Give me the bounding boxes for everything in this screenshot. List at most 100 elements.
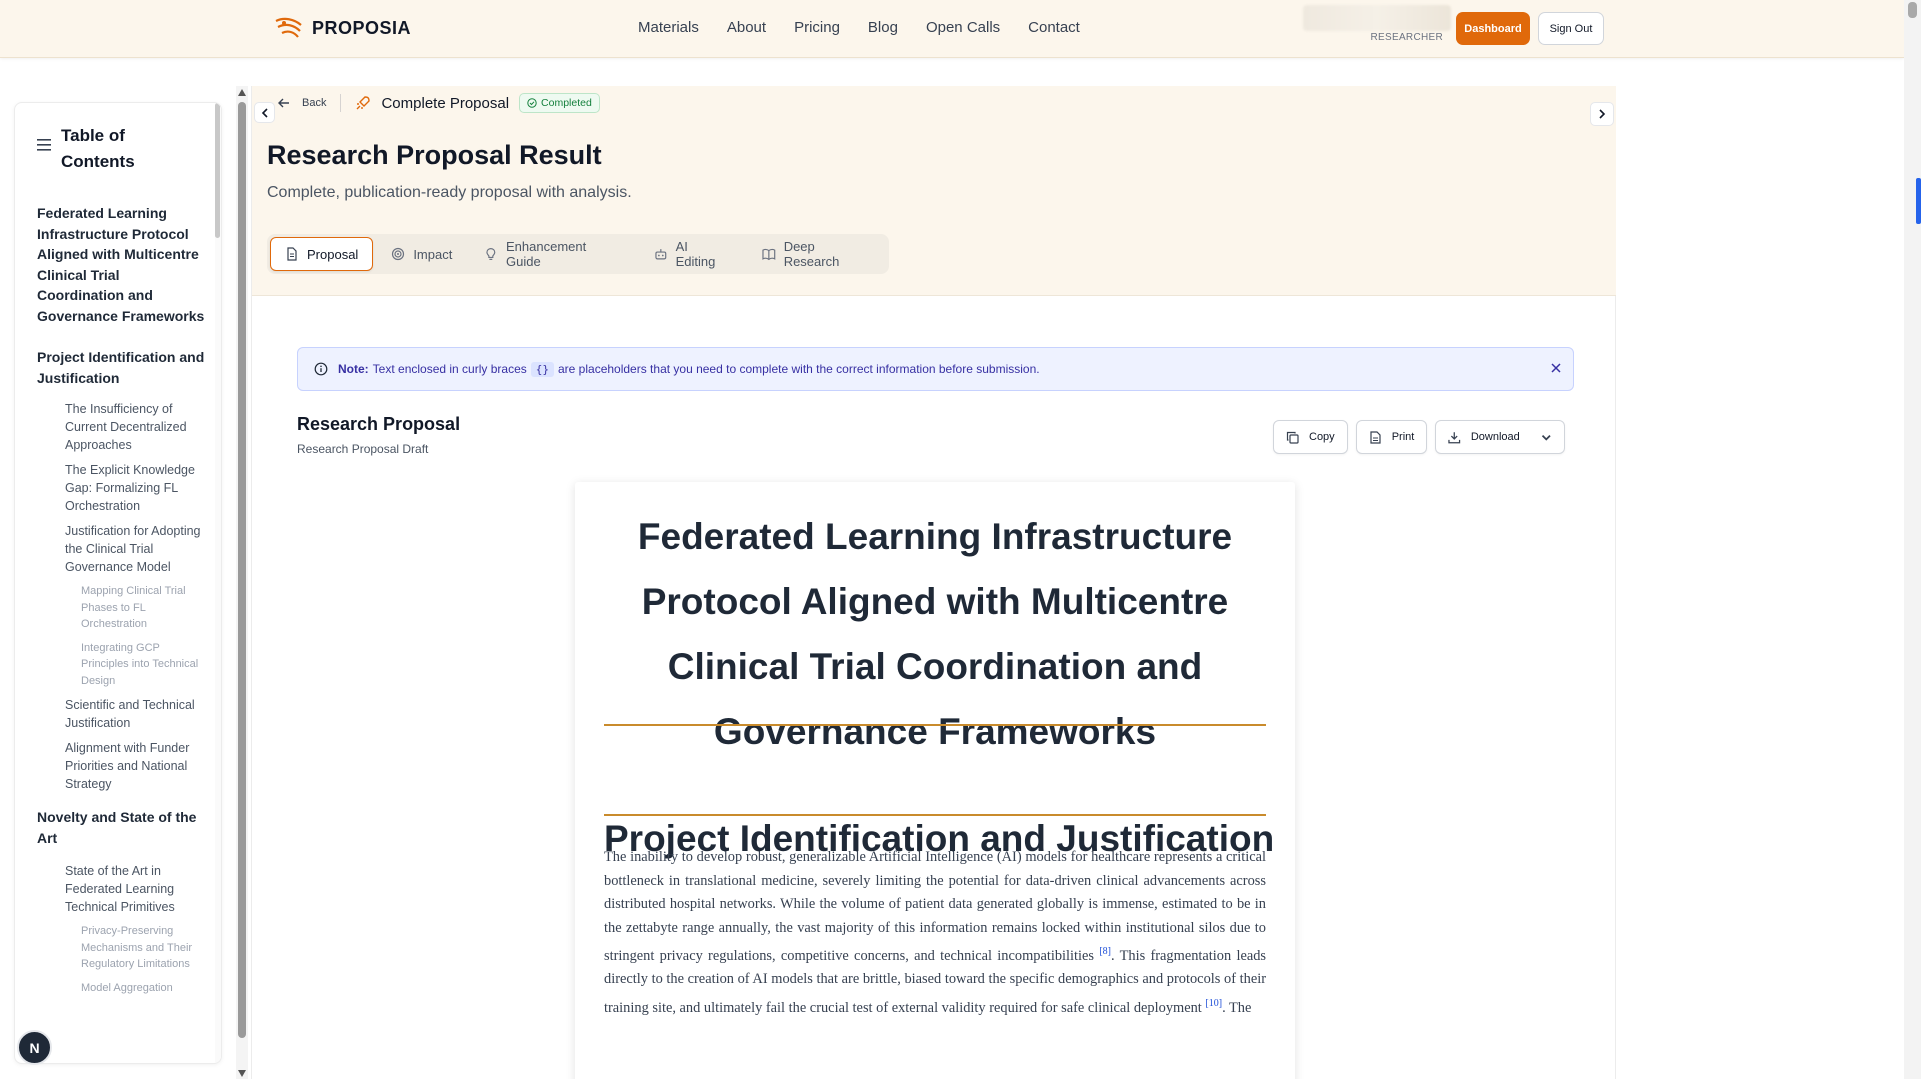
toc-item[interactable]: Mapping Clinical Trial Phases to FL Orch… <box>37 583 207 633</box>
toc-scrollbar[interactable] <box>215 103 221 1063</box>
toc-item[interactable]: The Explicit Knowledge Gap: Formalizing … <box>37 461 207 515</box>
scroll-down-arrow-icon[interactable] <box>238 1070 246 1077</box>
table-of-contents: Table of Contents Federated Learning Inf… <box>14 102 222 1064</box>
toc-item[interactable]: State of the Art in Federated Learning T… <box>37 862 207 916</box>
breadcrumb-current: Complete Proposal Completed <box>355 93 600 113</box>
proposal-document: Federated Learning Infrastructure Protoc… <box>575 482 1295 1079</box>
user-info[interactable]: RESEARCHER <box>1303 5 1451 45</box>
sign-out-button[interactable]: Sign Out <box>1538 12 1604 45</box>
edge-indicator <box>1916 178 1921 224</box>
sidebar-scrollbar-thumb[interactable] <box>238 102 246 1038</box>
tab-ai-editing[interactable]: AI Editing <box>640 237 744 271</box>
chevron-down-icon <box>1541 434 1551 441</box>
citation-link[interactable]: [10] <box>1205 998 1222 1009</box>
user-role: RESEARCHER <box>1370 32 1443 43</box>
dashboard-button[interactable]: Dashboard <box>1456 12 1530 45</box>
download-dropdown[interactable]: Download <box>1435 420 1566 454</box>
copy-button[interactable]: Copy <box>1273 420 1348 454</box>
print-button[interactable]: Print <box>1355 420 1428 454</box>
document-subtitle: Research Proposal Draft <box>297 442 429 456</box>
note-text-before: Text enclosed in curly braces <box>372 362 527 376</box>
toc-scrollbar-thumb[interactable] <box>215 103 220 238</box>
tab-label: AI Editing <box>675 239 716 269</box>
lightbulb-icon <box>486 248 496 260</box>
toc-item[interactable]: Scientific and Technical Justification <box>37 696 207 732</box>
back-link[interactable]: Back <box>278 97 326 109</box>
toc-item[interactable]: Novelty and State of the Art <box>37 807 207 848</box>
page-title: Research Proposal Result <box>267 140 602 170</box>
toc-item[interactable]: Model Aggregation <box>37 980 207 997</box>
toc-item[interactable]: Project Identification and Justification <box>37 347 207 388</box>
toc-item[interactable]: Alignment with Funder Priorities and Nat… <box>37 739 207 793</box>
brand-logo[interactable]: PROPOSIA <box>274 15 411 41</box>
scroll-up-arrow-icon[interactable] <box>238 89 246 96</box>
nav-materials[interactable]: Materials <box>638 19 699 36</box>
download-icon <box>1448 431 1461 443</box>
note-braces: {} <box>530 361 554 377</box>
paragraph-text: . The <box>1222 999 1252 1016</box>
download-label: Download <box>1470 431 1520 443</box>
status-badge: Completed <box>519 93 600 113</box>
toc-item[interactable]: Privacy-Preserving Mechanisms and Their … <box>37 923 207 973</box>
breadcrumb-divider <box>340 94 342 112</box>
tab-label: Enhancement Guide <box>506 239 587 269</box>
nav-open-calls[interactable]: Open Calls <box>926 19 1000 36</box>
nav-about[interactable]: About <box>727 19 766 36</box>
robot-icon <box>655 249 667 260</box>
document-actions: Copy Print Download <box>1273 420 1566 454</box>
nav-pricing[interactable]: Pricing <box>794 19 840 36</box>
page-scrollbar[interactable] <box>1904 0 1921 1079</box>
brand-name: PROPOSIA <box>312 17 412 38</box>
tab-deep-research[interactable]: Deep Research <box>748 237 886 271</box>
paragraph-text: The inability to develop robust, general… <box>604 849 1266 964</box>
main-content: Back Complete Proposal Completed Researc… <box>251 86 1616 1079</box>
tab-enhancement-guide[interactable]: Enhancement Guide <box>470 237 636 271</box>
toc-item[interactable]: Integrating GCP Principles into Technica… <box>37 640 207 690</box>
result-header: Back Complete Proposal Completed Researc… <box>252 86 1616 296</box>
tab-impact[interactable]: Impact <box>377 237 466 271</box>
chevron-left-icon <box>261 107 268 118</box>
document-title: Research Proposal <box>297 414 461 434</box>
top-navbar: PROPOSIA Materials About Pricing Blog Op… <box>0 0 1904 58</box>
collapse-sidebar-button[interactable] <box>254 102 275 123</box>
book-icon <box>762 248 776 261</box>
page-scrollbar-thumb[interactable] <box>1908 2 1917 18</box>
back-label: Back <box>302 97 327 109</box>
print-label: Print <box>1391 431 1415 443</box>
tab-label: Impact <box>413 246 453 262</box>
main-nav: Materials About Pricing Blog Open Calls … <box>638 19 1080 36</box>
toc-item[interactable]: Federated Learning Infrastructure Protoc… <box>37 203 207 326</box>
citation-link[interactable]: [8] <box>1099 946 1111 957</box>
tab-label: Deep Research <box>783 239 840 269</box>
placeholder-note: Note: Text enclosed in curly braces {} a… <box>297 347 1574 391</box>
nav-blog[interactable]: Blog <box>868 19 898 36</box>
info-icon <box>314 362 328 376</box>
toc-list: Federated Learning Infrastructure Protoc… <box>37 203 207 1003</box>
title-divider <box>604 724 1266 726</box>
chevron-right-icon <box>1599 109 1606 119</box>
toc-item[interactable]: Justification for Adopting the Clinical … <box>37 522 207 576</box>
arrow-left-icon <box>278 98 289 108</box>
toc-item[interactable]: The Insufficiency of Current Decentraliz… <box>37 400 207 454</box>
page-subtitle: Complete, publication-ready proposal wit… <box>267 184 632 201</box>
floating-avatar-button[interactable]: N <box>17 1030 52 1065</box>
close-note-button[interactable] <box>1551 360 1561 376</box>
logo-icon <box>275 17 302 38</box>
menu-icon[interactable] <box>37 139 51 151</box>
expand-panel-button[interactable] <box>1590 102 1614 126</box>
target-icon <box>392 247 405 261</box>
copy-icon <box>1286 431 1299 444</box>
rocket-icon <box>356 96 371 110</box>
sidebar-scrollbar[interactable] <box>236 86 248 1079</box>
user-name-redacted <box>1303 5 1451 31</box>
section-divider <box>604 814 1266 816</box>
nav-contact[interactable]: Contact <box>1028 19 1080 36</box>
close-icon <box>1551 363 1561 373</box>
tab-label: Proposal <box>307 246 359 262</box>
tab-proposal[interactable]: Proposal <box>270 237 374 271</box>
result-tabs: Proposal Impact Enhancement Guide AI Edi… <box>267 234 889 274</box>
note-label: Note: <box>338 362 369 376</box>
breadcrumb-title: Complete Proposal <box>381 94 510 112</box>
section-paragraph: The inability to develop robust, general… <box>604 846 1266 1020</box>
status-label: Completed <box>541 97 592 109</box>
